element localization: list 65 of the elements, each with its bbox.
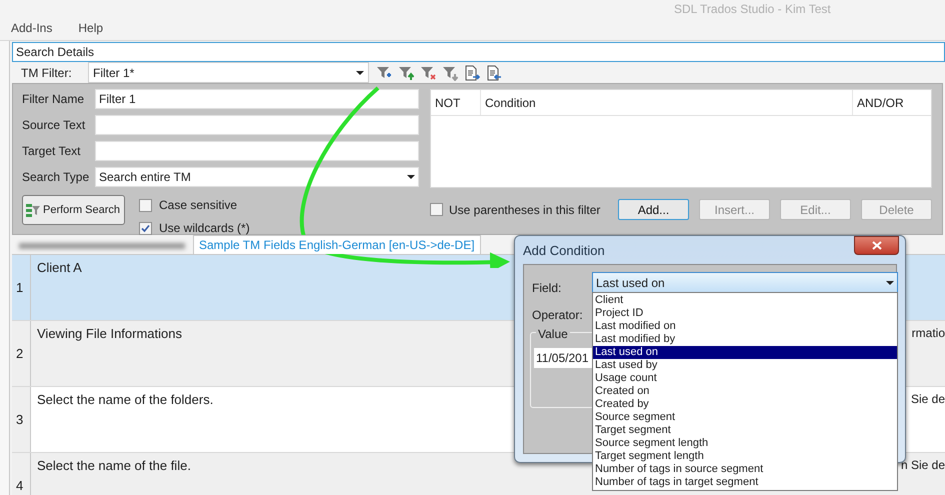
filter-down-icon[interactable] [442, 64, 458, 80]
checkbox-label: Use parentheses in this filter [449, 202, 600, 218]
field-label: Filter Name [22, 91, 86, 108]
column-header[interactable]: NOT [431, 90, 481, 115]
row-number: 3 [12, 387, 31, 452]
close-button[interactable] [854, 236, 899, 255]
text-field[interactable] [95, 115, 419, 135]
dropdown-option[interactable]: Source segment [593, 411, 897, 424]
dropdown-option[interactable]: Target segment length [593, 450, 897, 463]
field-label: Field: [532, 280, 562, 297]
dropdown-option[interactable]: Last modified by [593, 333, 897, 346]
caret-icon [886, 280, 894, 284]
text-field[interactable]: Filter 1 [95, 89, 419, 109]
field-label: Target Text [22, 143, 82, 160]
caret-icon [407, 175, 415, 179]
dropdown-option[interactable]: Client [593, 294, 897, 307]
dropdown-option[interactable]: Source segment length [593, 437, 897, 450]
action-button[interactable]: Add... [618, 199, 689, 220]
filter-dropdown[interactable]: Filter 1* [88, 62, 369, 83]
dropdown-option[interactable]: Usage count [593, 372, 897, 385]
delete-filter-icon[interactable] [420, 64, 436, 80]
dropdown-option[interactable]: Last modified on [593, 320, 897, 333]
checkbox-label: Case sensitive [159, 197, 238, 214]
date-field[interactable]: 11/05/201 [534, 348, 592, 368]
perform-search-button[interactable]: Perform Search [22, 195, 125, 225]
dropdown-option[interactable]: Last used on [593, 346, 897, 359]
source-text: Client A [37, 260, 82, 275]
panel-header: Search Details [12, 42, 945, 62]
checkbox[interactable] [139, 198, 152, 212]
import-icon[interactable] [486, 64, 502, 80]
source-text: Select the name of the folders. [37, 392, 214, 407]
field-dropdown[interactable]: Last used on [592, 272, 898, 293]
dropdown-option[interactable]: Target segment [593, 424, 897, 437]
dropdown-option[interactable]: Created on [593, 385, 897, 398]
field-label: Source Text [22, 117, 86, 134]
dropdown-option[interactable]: Created by [593, 398, 897, 411]
caret-icon [356, 70, 364, 74]
column-header[interactable]: Condition [481, 90, 853, 115]
field-label: Search Type [22, 169, 90, 186]
target-text: n Sie de [900, 457, 945, 474]
checkbox[interactable] [139, 222, 152, 234]
menu-item[interactable]: Add-Ins [11, 19, 52, 37]
dropdown-option[interactable]: Number of tags in source segment [593, 463, 897, 476]
field-label: TM Filter: [21, 64, 73, 82]
target-text: Sie de [910, 391, 945, 408]
export-icon[interactable] [464, 64, 480, 80]
window-title: SDL Trados Studio - Kim Test [674, 1, 831, 18]
dropdown-option[interactable]: Project ID [593, 307, 897, 320]
add-filter-icon[interactable] [376, 64, 392, 80]
target-text: rmatio [912, 325, 945, 342]
close-icon [872, 241, 882, 250]
document-tab[interactable]: Sample TM Fields English-German [en-US->de-DE] [193, 235, 481, 254]
column-header[interactable]: AND/OR [853, 90, 931, 115]
checkbox[interactable] [430, 203, 443, 216]
search-type-dropdown[interactable]: Search entire TM [95, 167, 419, 187]
source-text: Select the name of the file. [37, 458, 191, 473]
filter-up-icon[interactable] [398, 64, 414, 80]
text-field[interactable] [95, 141, 419, 161]
dropdown-option[interactable]: Last used by [593, 359, 897, 372]
dropdown-option[interactable]: Number of tags in target segment [593, 476, 897, 489]
search-grid-icon [26, 202, 40, 218]
field-label: Operator: [532, 307, 583, 324]
source-text: Viewing File Informations [37, 326, 182, 341]
menu-item[interactable]: Help [78, 19, 104, 37]
checkbox-label: Use wildcards (*) [159, 220, 250, 237]
